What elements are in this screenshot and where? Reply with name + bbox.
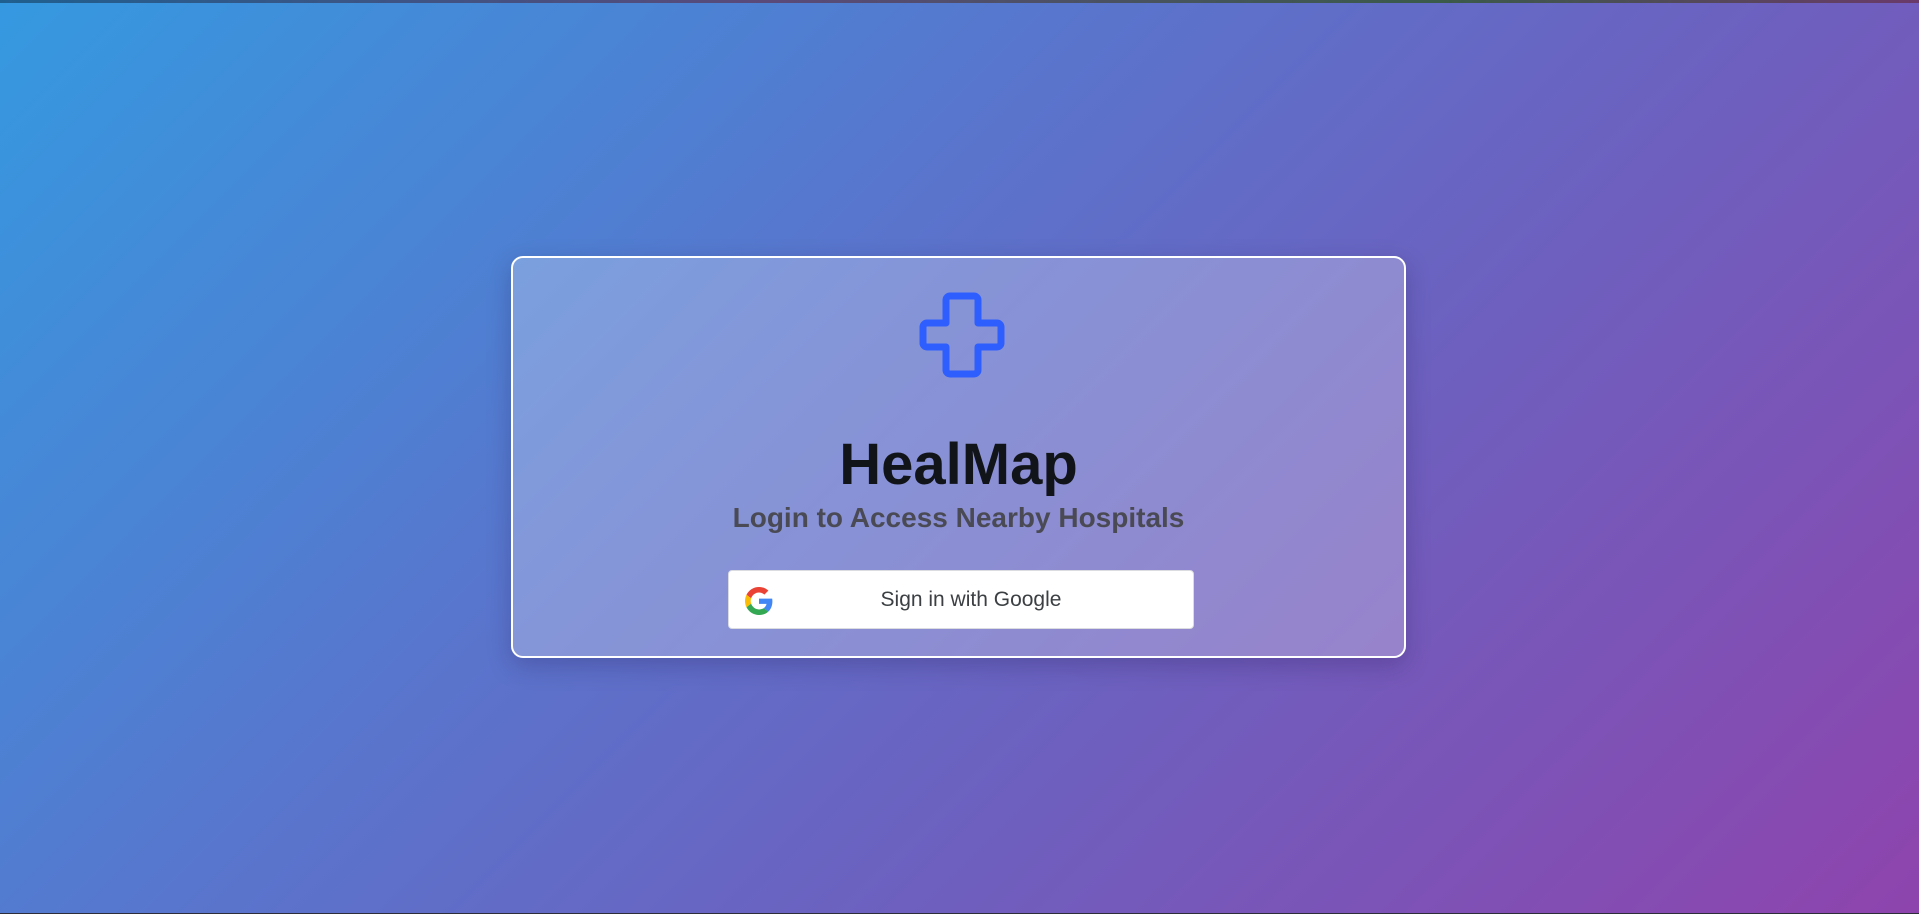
medical-cross-icon — [919, 292, 1005, 378]
login-card: HealMap Login to Access Nearby Hospitals… — [511, 256, 1406, 658]
app-title: HealMap — [839, 432, 1078, 497]
app-subtitle: Login to Access Nearby Hospitals — [732, 502, 1185, 533]
sign-in-with-google-button[interactable]: Sign in with Google — [728, 570, 1194, 629]
sign-in-with-google-label: Sign in with Google — [880, 588, 1062, 611]
window-top-edge — [0, 0, 1919, 3]
